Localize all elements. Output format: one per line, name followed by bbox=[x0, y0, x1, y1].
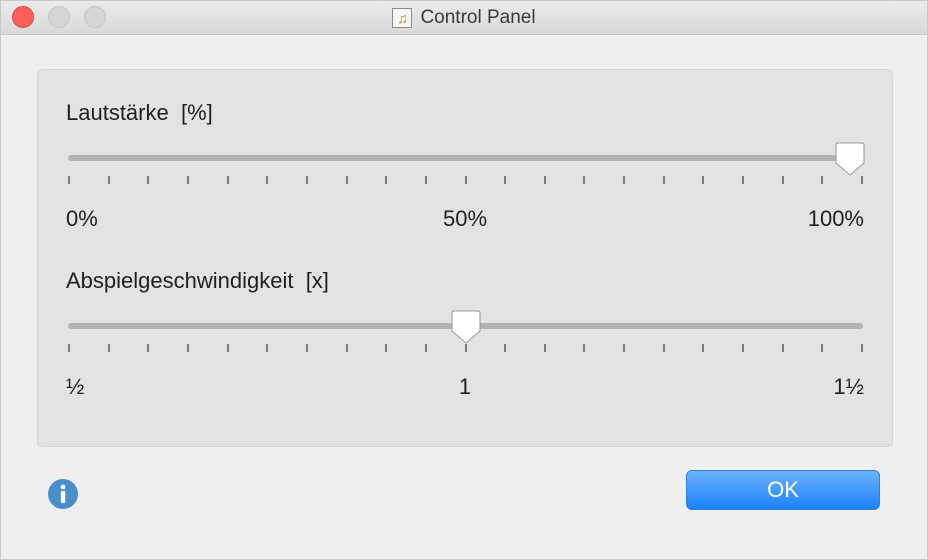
slider-tick bbox=[226, 176, 229, 184]
slider-tick bbox=[147, 176, 150, 184]
playback-speed-ticks bbox=[68, 344, 863, 354]
slider-tick bbox=[345, 176, 348, 184]
slider-tick bbox=[464, 176, 467, 184]
volume-mid-label: 50% bbox=[442, 206, 488, 231]
volume-label: Lautstärke [%] bbox=[66, 100, 213, 125]
slider-tick bbox=[266, 344, 269, 352]
slider-tick bbox=[226, 344, 229, 352]
slider-tick bbox=[305, 176, 308, 184]
volume-slider-track[interactable] bbox=[68, 155, 863, 161]
playback-speed-max-label: 1½ bbox=[833, 374, 864, 399]
slider-tick bbox=[781, 344, 784, 352]
slider-tick bbox=[742, 344, 745, 352]
slider-tick bbox=[623, 344, 626, 352]
slider-tick bbox=[68, 176, 70, 184]
slider-tick bbox=[543, 176, 546, 184]
title-group: ♫ Control Panel bbox=[1, 1, 927, 34]
slider-tick bbox=[107, 176, 110, 184]
volume-min-label: 0% bbox=[66, 206, 98, 231]
slider-tick bbox=[781, 176, 784, 184]
slider-tick bbox=[345, 344, 348, 352]
slider-tick bbox=[623, 176, 626, 184]
playback-speed-min-label: ½ bbox=[66, 374, 85, 399]
slider-tick bbox=[861, 176, 863, 184]
slider-tick bbox=[702, 344, 705, 352]
slider-tick bbox=[424, 176, 427, 184]
slider-tick bbox=[861, 344, 863, 352]
title-bar: ♫ Control Panel bbox=[1, 1, 927, 35]
slider-tick bbox=[424, 344, 427, 352]
slider-tick bbox=[385, 344, 388, 352]
slider-tick bbox=[662, 176, 665, 184]
slider-tick bbox=[385, 176, 388, 184]
slider-tick bbox=[543, 344, 546, 352]
info-icon[interactable] bbox=[47, 478, 79, 510]
slider-tick bbox=[464, 344, 467, 352]
volume-max-label: 100% bbox=[807, 206, 864, 231]
slider-tick bbox=[504, 176, 507, 184]
slider-tick bbox=[742, 176, 745, 184]
slider-tick bbox=[68, 344, 70, 352]
volume-slider-thumb[interactable] bbox=[835, 142, 865, 176]
slider-tick bbox=[107, 344, 110, 352]
slider-tick bbox=[186, 176, 189, 184]
slider-tick bbox=[583, 344, 586, 352]
volume-ticks bbox=[68, 176, 863, 186]
slider-tick bbox=[821, 344, 824, 352]
music-note-icon: ♫ bbox=[392, 7, 413, 28]
slider-tick bbox=[583, 176, 586, 184]
slider-tick bbox=[147, 344, 150, 352]
playback-speed-slider-thumb[interactable] bbox=[451, 310, 481, 344]
window-title: Control Panel bbox=[420, 6, 536, 28]
playback-speed-mid-label: 1 bbox=[458, 374, 472, 399]
slider-tick bbox=[305, 344, 308, 352]
ok-button[interactable]: OK bbox=[686, 470, 880, 510]
sliders-panel: Lautstärke [%] 0% 50% 100% Abspielgeschw… bbox=[37, 69, 893, 447]
playback-speed-label: Abspielgeschwindigkeit [x] bbox=[66, 268, 329, 293]
slider-tick bbox=[702, 176, 705, 184]
slider-tick bbox=[186, 344, 189, 352]
slider-tick bbox=[662, 344, 665, 352]
control-panel-window: ♫ Control Panel Lautstärke [%] 0% 50% 10… bbox=[0, 0, 928, 560]
slider-tick bbox=[504, 344, 507, 352]
slider-tick bbox=[821, 176, 824, 184]
slider-tick bbox=[266, 176, 269, 184]
